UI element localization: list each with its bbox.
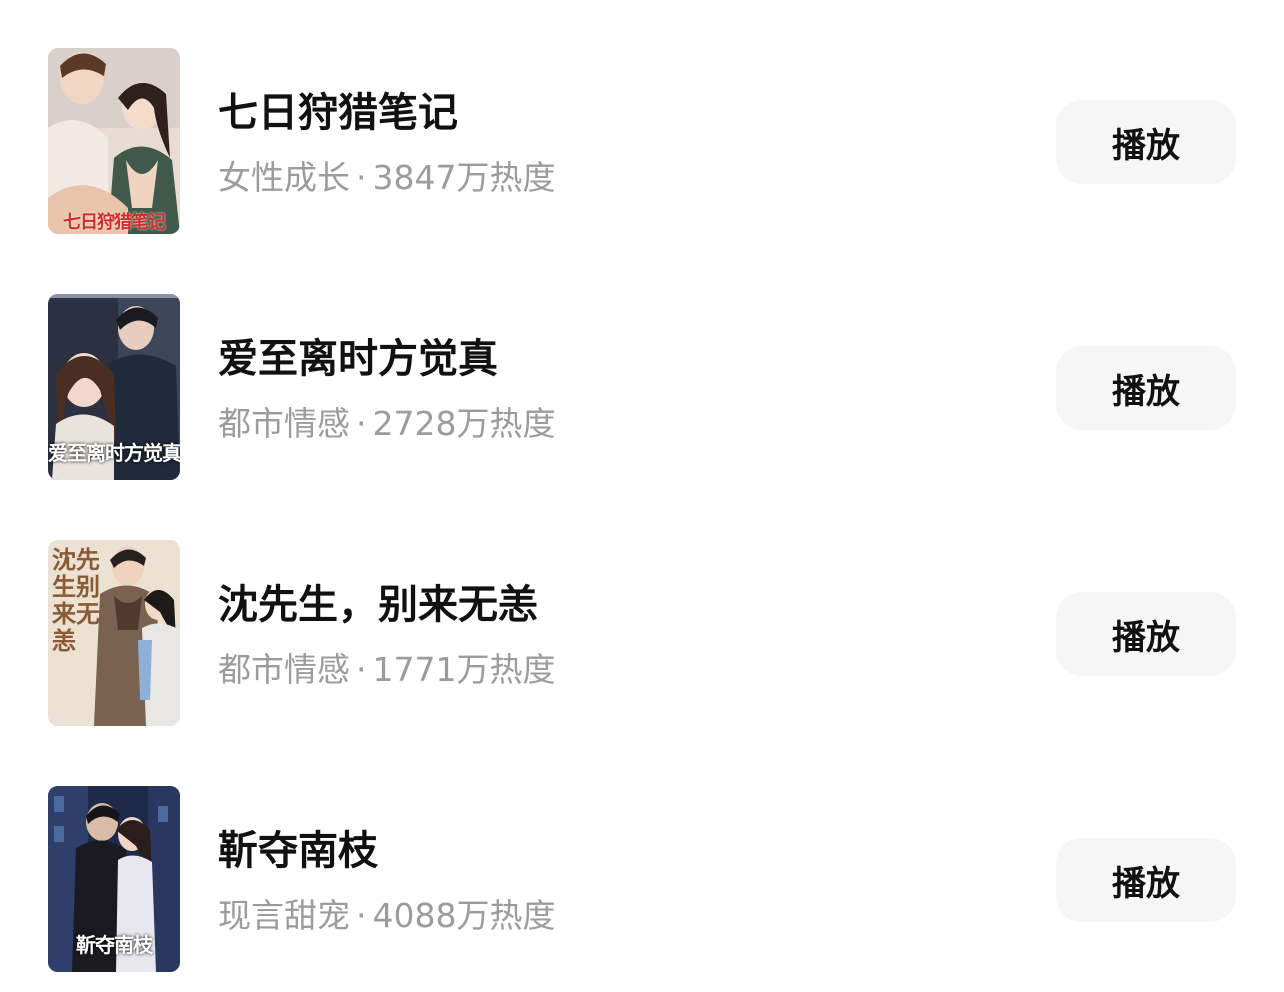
poster-image[interactable]: 沈先生别来无恙 bbox=[48, 540, 180, 726]
drama-list: 七日狩猎笔记 七日狩猎笔记 女性成长 · 3847万热度 播放 爱至离时方觉真 爱至… bbox=[0, 0, 1284, 992]
drama-title[interactable]: 七日狩猎笔记 bbox=[218, 88, 458, 138]
drama-title[interactable]: 沈先生，别来无恙 bbox=[218, 580, 538, 630]
heat-label: 3847万热度 bbox=[372, 158, 556, 197]
heat-label: 1771万热度 bbox=[372, 650, 556, 689]
meta-separator: · bbox=[356, 896, 367, 935]
meta-separator: · bbox=[356, 404, 367, 443]
drama-meta: 都市情感 · 1771万热度 bbox=[218, 648, 555, 692]
drama-meta: 都市情感 · 2728万热度 bbox=[218, 402, 555, 446]
poster-title: 靳夺南枝 bbox=[76, 933, 153, 957]
play-button[interactable]: 播放 bbox=[1056, 592, 1236, 676]
poster-image[interactable]: 爱至离时方觉真 bbox=[48, 294, 180, 480]
list-item[interactable]: 爱至离时方觉真 爱至离时方觉真 都市情感 · 2728万热度 播放 bbox=[0, 294, 1284, 480]
meta-separator: · bbox=[356, 650, 367, 689]
list-item[interactable]: 七日狩猎笔记 七日狩猎笔记 女性成长 · 3847万热度 播放 bbox=[0, 48, 1284, 234]
list-item[interactable]: 靳夺南枝 靳夺南枝 现言甜宠 · 4088万热度 播放 bbox=[0, 786, 1284, 972]
poster-title: 七日狩猎笔记 bbox=[63, 212, 166, 233]
genre-label: 现言甜宠 bbox=[218, 896, 350, 935]
heat-label: 2728万热度 bbox=[372, 404, 556, 443]
genre-label: 女性成长 bbox=[218, 158, 350, 197]
heat-label: 4088万热度 bbox=[372, 896, 556, 935]
genre-label: 都市情感 bbox=[218, 404, 350, 443]
poster-image[interactable]: 七日狩猎笔记 bbox=[48, 48, 180, 234]
drama-meta: 女性成长 · 3847万热度 bbox=[218, 156, 555, 200]
play-button[interactable]: 播放 bbox=[1056, 100, 1236, 184]
poster-image[interactable]: 靳夺南枝 bbox=[48, 786, 180, 972]
meta-separator: · bbox=[356, 158, 367, 197]
poster-title: 爱至离时方觉真 bbox=[48, 441, 180, 465]
play-button[interactable]: 播放 bbox=[1056, 838, 1236, 922]
play-button[interactable]: 播放 bbox=[1056, 346, 1236, 430]
drama-title[interactable]: 靳夺南枝 bbox=[218, 826, 378, 876]
poster-artwork bbox=[48, 48, 180, 234]
genre-label: 都市情感 bbox=[218, 650, 350, 689]
drama-title[interactable]: 爱至离时方觉真 bbox=[218, 334, 498, 384]
drama-meta: 现言甜宠 · 4088万热度 bbox=[218, 894, 555, 938]
list-item[interactable]: 沈先生别来无恙 沈先生，别来无恙 都市情感 · 1771万热度 播放 bbox=[0, 540, 1284, 726]
poster-title: 沈先生别来无恙 bbox=[52, 545, 100, 655]
